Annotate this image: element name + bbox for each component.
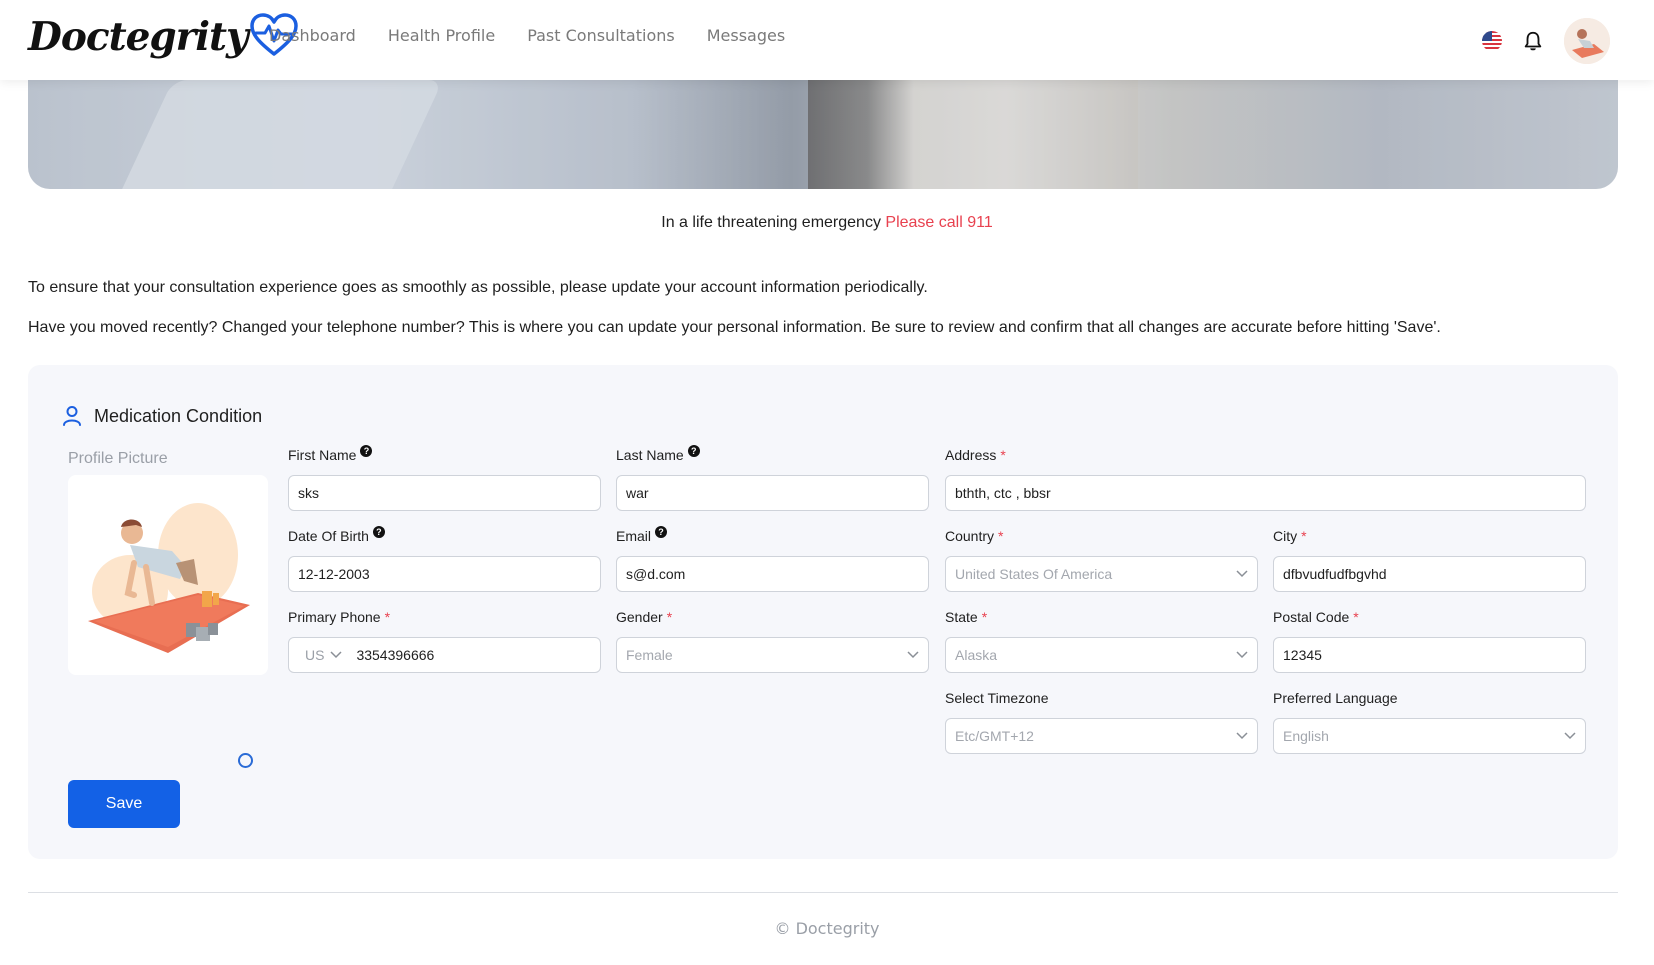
email-input[interactable]: s@d.com: [616, 556, 929, 592]
last-name-field: Last Name? war: [616, 445, 929, 511]
emergency-notice: In a life threatening emergency Please c…: [0, 214, 1654, 232]
help-icon[interactable]: ?: [687, 445, 700, 457]
user-icon: [63, 406, 81, 426]
required-marker: *: [981, 609, 988, 625]
save-button[interactable]: Save: [68, 780, 180, 828]
country-field: Country * United States Of America: [945, 526, 1258, 592]
intro-text-1: To ensure that your consultation experie…: [28, 279, 928, 296]
state-select[interactable]: Alaska: [945, 637, 1258, 673]
header-actions: [1482, 18, 1610, 64]
country-value: United States Of America: [955, 566, 1113, 582]
gender-label: Gender: [616, 609, 663, 625]
timezone-label: Select Timezone: [945, 690, 1049, 706]
chevron-down-icon: [330, 651, 342, 659]
intro-text-2: Have you moved recently? Changed your te…: [28, 319, 1441, 336]
loading-spinner-icon: [238, 753, 253, 768]
address-input[interactable]: bthth, ctc , bbsr: [945, 475, 1586, 511]
required-marker: *: [666, 609, 673, 625]
country-label: Country: [945, 528, 995, 544]
address-label: Address: [945, 447, 997, 463]
city-label: City: [1273, 528, 1298, 544]
phone-country-code: US: [305, 647, 325, 663]
phone-label: Primary Phone: [288, 609, 381, 625]
help-icon[interactable]: ?: [360, 445, 373, 457]
phone-country-select[interactable]: US: [298, 647, 342, 663]
address-field: Address * bthth, ctc , bbsr: [945, 445, 1586, 511]
profile-picture-label: Profile Picture: [68, 450, 168, 467]
top-navbar: Doctegrity Dashboard Health Profile Past…: [0, 0, 1654, 80]
dob-field: Date Of Birth? 12-12-2003: [288, 526, 601, 592]
main-nav: Dashboard Health Profile Past Consultati…: [269, 26, 785, 45]
chevron-down-icon: [1236, 570, 1248, 578]
chevron-down-icon: [1564, 732, 1576, 740]
language-field: Preferred Language English: [1273, 688, 1586, 754]
state-field: State * Alaska: [945, 607, 1258, 673]
footer-copyright: © Doctegrity: [774, 919, 880, 938]
language-select[interactable]: English: [1273, 718, 1586, 754]
first-name-input[interactable]: sks: [288, 475, 601, 511]
user-avatar[interactable]: [1564, 18, 1610, 64]
city-field: City * dfbvudfudfbgvhd: [1273, 526, 1586, 592]
last-name-label: Last Name: [616, 447, 684, 463]
last-name-input[interactable]: war: [616, 475, 929, 511]
profile-picture[interactable]: [68, 475, 268, 675]
nav-messages[interactable]: Messages: [707, 26, 785, 45]
language-value: English: [1283, 728, 1329, 744]
timezone-value: Etc/GMT+12: [955, 728, 1034, 744]
city-input[interactable]: dfbvudfudfbgvhd: [1273, 556, 1586, 592]
chevron-down-icon: [1236, 732, 1248, 740]
email-field: Email? s@d.com: [616, 526, 929, 592]
gender-field: Gender * Female: [616, 607, 929, 673]
footer-divider: [28, 892, 1618, 893]
email-label: Email: [616, 528, 652, 544]
postal-code-field: Postal Code * 12345: [1273, 607, 1586, 673]
first-name-field: First Name? sks: [288, 445, 601, 511]
help-icon[interactable]: ?: [655, 526, 668, 538]
postal-code-label: Postal Code: [1273, 609, 1350, 625]
emergency-text: In a life threatening emergency: [661, 214, 881, 231]
language-label: Preferred Language: [1273, 690, 1398, 706]
timezone-select[interactable]: Etc/GMT+12: [945, 718, 1258, 754]
brand-logo[interactable]: Doctegrity: [28, 12, 298, 62]
phone-input[interactable]: US 3354396666: [288, 637, 601, 673]
bell-icon[interactable]: [1522, 30, 1544, 52]
dob-label: Date Of Birth: [288, 528, 369, 544]
chevron-down-icon: [1236, 651, 1248, 659]
required-marker: *: [384, 609, 391, 625]
profile-form-card: Medication Condition Profile Picture Sav…: [28, 365, 1618, 859]
state-label: State: [945, 609, 978, 625]
dob-input[interactable]: 12-12-2003: [288, 556, 601, 592]
gender-value: Female: [626, 647, 673, 663]
chevron-down-icon: [907, 651, 919, 659]
section-title: Medication Condition: [94, 405, 263, 426]
gender-select[interactable]: Female: [616, 637, 929, 673]
section-header: Medication Condition: [62, 405, 262, 427]
nav-dashboard[interactable]: Dashboard: [269, 26, 356, 45]
country-select[interactable]: United States Of America: [945, 556, 1258, 592]
us-flag-icon[interactable]: [1482, 31, 1502, 51]
required-marker: *: [1000, 447, 1006, 463]
phone-field: Primary Phone * US 3354396666: [288, 607, 601, 673]
required-marker: *: [998, 528, 1004, 544]
first-name-label: First Name: [288, 447, 357, 463]
timezone-field: Select Timezone Etc/GMT+12: [945, 688, 1258, 754]
state-value: Alaska: [955, 647, 998, 663]
emergency-call-link[interactable]: Please call 911: [885, 214, 992, 231]
brand-name: Doctegrity: [28, 14, 249, 60]
postal-code-input[interactable]: 12345: [1273, 637, 1586, 673]
phone-number[interactable]: 3354396666: [356, 647, 434, 663]
nav-health-profile[interactable]: Health Profile: [388, 26, 495, 45]
required-marker: *: [1353, 609, 1359, 625]
nav-past-consultations[interactable]: Past Consultations: [527, 26, 675, 45]
help-icon[interactable]: ?: [372, 526, 385, 538]
required-marker: *: [1301, 528, 1307, 544]
